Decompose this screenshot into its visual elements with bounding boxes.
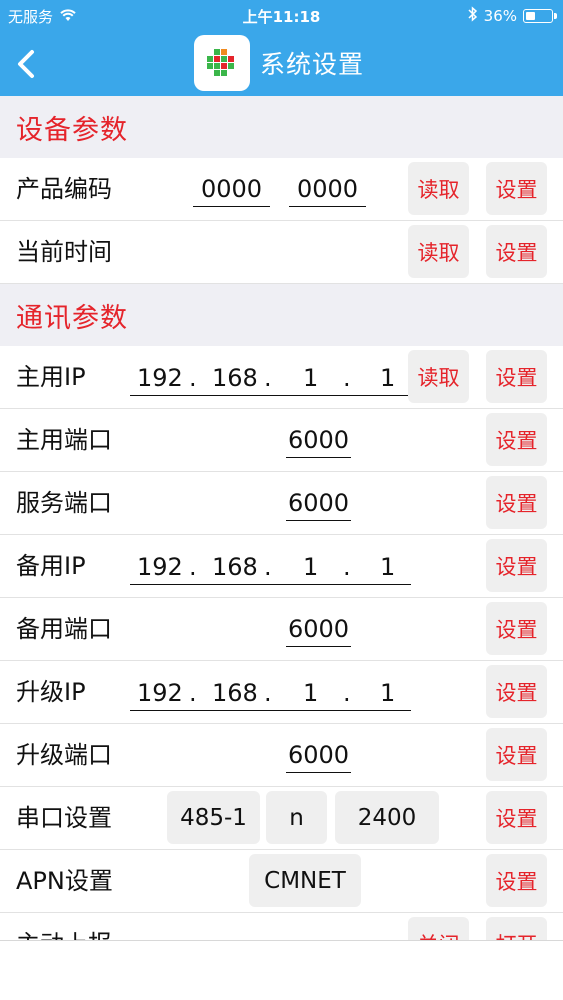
current-time-set-button[interactable]: 设置 xyxy=(486,225,547,278)
upgrade-port-label: 升级端口 xyxy=(16,741,112,769)
row-apn-settings: APN设置 CMNET 设置 xyxy=(0,850,563,913)
section-header-device: 设备参数 xyxy=(0,96,563,158)
current-time-read-button[interactable]: 读取 xyxy=(408,225,469,278)
row-backup-ip: 备用IP 192 . 168 . 1 . 1 设置 xyxy=(0,535,563,598)
serial-set-button[interactable]: 设置 xyxy=(486,791,547,844)
auto-report-close-button[interactable]: 关闭 xyxy=(408,917,469,940)
upgrade-ip-label: 升级IP xyxy=(16,678,86,706)
back-button[interactable] xyxy=(6,40,52,88)
upgrade-ip-input[interactable]: 192 . 168 . 1 . 1 xyxy=(130,673,411,711)
ip-octet-1[interactable]: 192 xyxy=(137,364,183,392)
section-header-comm: 通讯参数 xyxy=(0,284,563,346)
product-code-input-1[interactable]: 0000 xyxy=(193,171,270,207)
backup-port-set-button[interactable]: 设置 xyxy=(486,602,547,655)
row-serial-settings: 串口设置 485-1 n 2400 设置 xyxy=(0,787,563,850)
backup-ip-label: 备用IP xyxy=(16,552,86,580)
ip-octet-2[interactable]: 168 xyxy=(212,553,258,581)
bluetooth-icon xyxy=(468,6,478,26)
upgrade-port-input[interactable]: 6000 xyxy=(286,737,351,773)
current-time-label: 当前时间 xyxy=(16,238,112,266)
app-logo-icon xyxy=(194,35,250,91)
status-right: 36% xyxy=(468,6,557,26)
apn-select[interactable]: CMNET xyxy=(249,854,361,907)
nav-center: 系统设置 xyxy=(194,35,364,91)
upgrade-port-set-button[interactable]: 设置 xyxy=(486,728,547,781)
row-primary-port: 主用端口 6000 设置 xyxy=(0,409,563,472)
primary-ip-input[interactable]: 192 . 168 . 1 . 1 xyxy=(130,358,411,396)
page-title: 系统设置 xyxy=(260,50,365,79)
product-code-read-button[interactable]: 读取 xyxy=(408,162,469,215)
apn-settings-label: APN设置 xyxy=(16,867,113,895)
ip-dot: . xyxy=(189,364,197,392)
ip-octet-3[interactable]: 1 xyxy=(303,679,318,707)
backup-port-label: 备用端口 xyxy=(16,615,112,643)
ip-dot: . xyxy=(343,553,351,581)
serial-mode-select[interactable]: 485-1 xyxy=(167,791,260,844)
ip-dot: . xyxy=(343,679,351,707)
product-code-label: 产品编码 xyxy=(16,175,112,203)
ip-dot: . xyxy=(189,553,197,581)
primary-ip-read-button[interactable]: 读取 xyxy=(408,350,469,403)
auto-report-open-button[interactable]: 打开 xyxy=(486,917,547,940)
ip-octet-2[interactable]: 168 xyxy=(212,364,258,392)
row-backup-port: 备用端口 6000 设置 xyxy=(0,598,563,661)
row-upgrade-ip: 升级IP 192 . 168 . 1 . 1 设置 xyxy=(0,661,563,724)
service-port-input[interactable]: 6000 xyxy=(286,485,351,521)
ip-octet-3[interactable]: 1 xyxy=(303,553,318,581)
ip-dot: . xyxy=(189,679,197,707)
serial-settings-label: 串口设置 xyxy=(16,804,112,832)
chevron-left-icon xyxy=(18,50,34,78)
service-port-label: 服务端口 xyxy=(16,489,112,517)
ip-dot: . xyxy=(264,679,272,707)
ip-dot: . xyxy=(264,364,272,392)
ip-octet-3[interactable]: 1 xyxy=(303,364,318,392)
product-code-set-button[interactable]: 设置 xyxy=(486,162,547,215)
primary-port-input[interactable]: 6000 xyxy=(286,422,351,458)
battery-percent: 36% xyxy=(483,7,517,25)
bottom-area xyxy=(0,940,563,1000)
nav-bar: 系统设置 xyxy=(0,32,563,96)
ip-octet-2[interactable]: 168 xyxy=(212,679,258,707)
ip-octet-4[interactable]: 1 xyxy=(380,553,395,581)
battery-level xyxy=(526,12,535,20)
apn-set-button[interactable]: 设置 xyxy=(486,854,547,907)
primary-port-label: 主用端口 xyxy=(16,426,112,454)
row-primary-ip: 主用IP 192 . 168 . 1 . 1 读取 设置 xyxy=(0,346,563,409)
row-service-port: 服务端口 6000 设置 xyxy=(0,472,563,535)
primary-ip-label: 主用IP xyxy=(16,363,86,391)
row-current-time: 当前时间 读取 设置 xyxy=(0,221,563,284)
auto-report-label: 主动上报 xyxy=(16,913,112,940)
ip-octet-4[interactable]: 1 xyxy=(380,679,395,707)
serial-baud-select[interactable]: 2400 xyxy=(335,791,439,844)
ip-dot: . xyxy=(264,553,272,581)
status-bar: 无服务 上午11:18 36% xyxy=(0,0,563,32)
product-code-input-2[interactable]: 0000 xyxy=(289,171,366,207)
ip-octet-1[interactable]: 192 xyxy=(137,679,183,707)
upgrade-ip-set-button[interactable]: 设置 xyxy=(486,665,547,718)
row-product-code: 产品编码 0000 0000 读取 设置 xyxy=(0,158,563,221)
backup-ip-set-button[interactable]: 设置 xyxy=(486,539,547,592)
settings-content[interactable]: 设备参数 产品编码 0000 0000 读取 设置 当前时间 读取 设置 通讯参… xyxy=(0,96,563,940)
ip-dot: . xyxy=(343,364,351,392)
row-upgrade-port: 升级端口 6000 设置 xyxy=(0,724,563,787)
ip-octet-1[interactable]: 192 xyxy=(137,553,183,581)
backup-port-input[interactable]: 6000 xyxy=(286,611,351,647)
serial-parity-select[interactable]: n xyxy=(266,791,327,844)
primary-ip-set-button[interactable]: 设置 xyxy=(486,350,547,403)
backup-ip-input[interactable]: 192 . 168 . 1 . 1 xyxy=(130,547,411,585)
battery-icon xyxy=(523,9,557,23)
primary-port-set-button[interactable]: 设置 xyxy=(486,413,547,466)
ip-octet-4[interactable]: 1 xyxy=(380,364,395,392)
row-auto-report: 主动上报 关闭 打开 xyxy=(0,913,563,940)
service-port-set-button[interactable]: 设置 xyxy=(486,476,547,529)
